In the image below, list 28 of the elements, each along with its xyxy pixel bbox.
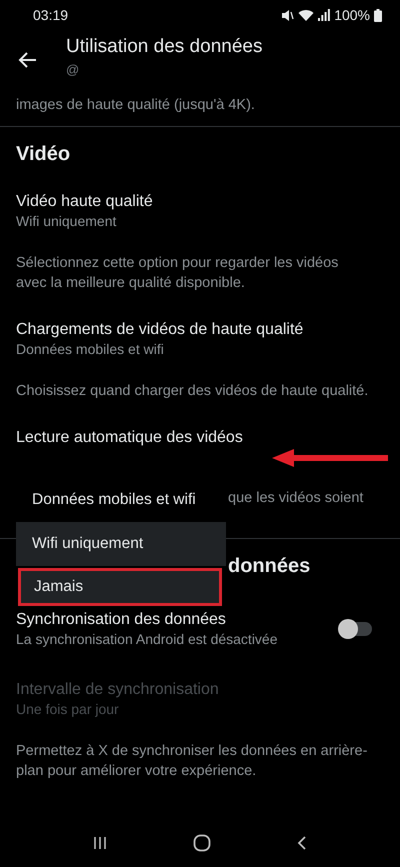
page-title: Utilisation des données — [66, 35, 262, 59]
setting-title[interactable]: Chargements de vidéos de haute qualité — [16, 319, 384, 340]
wifi-icon — [298, 8, 314, 22]
setting-value: Données mobiles et wifi — [16, 340, 165, 359]
setting-description: Choisissez quand charger des vidéos de haute qualité. — [16, 383, 368, 399]
setting-description: Sélectionnez cette option pour regarder les vidéos avec la meilleure qualité disponible. — [16, 255, 338, 291]
setting-title: Synchronisation des données — [16, 610, 227, 630]
setting-title[interactable]: Vidéo haute qualité — [16, 191, 384, 212]
home-icon[interactable] — [192, 834, 211, 852]
setting-description: que les vidéos soient — [228, 490, 364, 506]
section-heading: données — [228, 554, 310, 578]
back-icon[interactable] — [296, 835, 308, 851]
account-handle: @ — [66, 62, 80, 77]
setting-title[interactable]: Lecture automatique des vidéos — [16, 427, 384, 448]
menu-item[interactable]: Wifi uniquement — [16, 522, 226, 566]
setting-value: Une fois par jour — [16, 700, 120, 719]
setting-description: Permettez à X de synchroniser les données en arrière-plan pour améliorer votre expérience. — [16, 743, 368, 779]
setting-description: images de haute qualité (jusqu'à 4K). — [15, 96, 256, 115]
menu-item[interactable]: Jamais — [18, 568, 222, 606]
setting-value: La synchronisation Android est désactivée — [16, 630, 278, 649]
recent-apps-icon[interactable] — [92, 835, 108, 851]
battery-icon — [374, 8, 382, 22]
signal-icon — [318, 9, 330, 21]
mute-icon — [280, 8, 294, 22]
battery-level: 100% — [334, 7, 370, 23]
section-heading: Vidéo — [16, 142, 70, 166]
clock: 03:19 — [33, 7, 68, 23]
setting-value: Wifi uniquement — [16, 212, 118, 231]
